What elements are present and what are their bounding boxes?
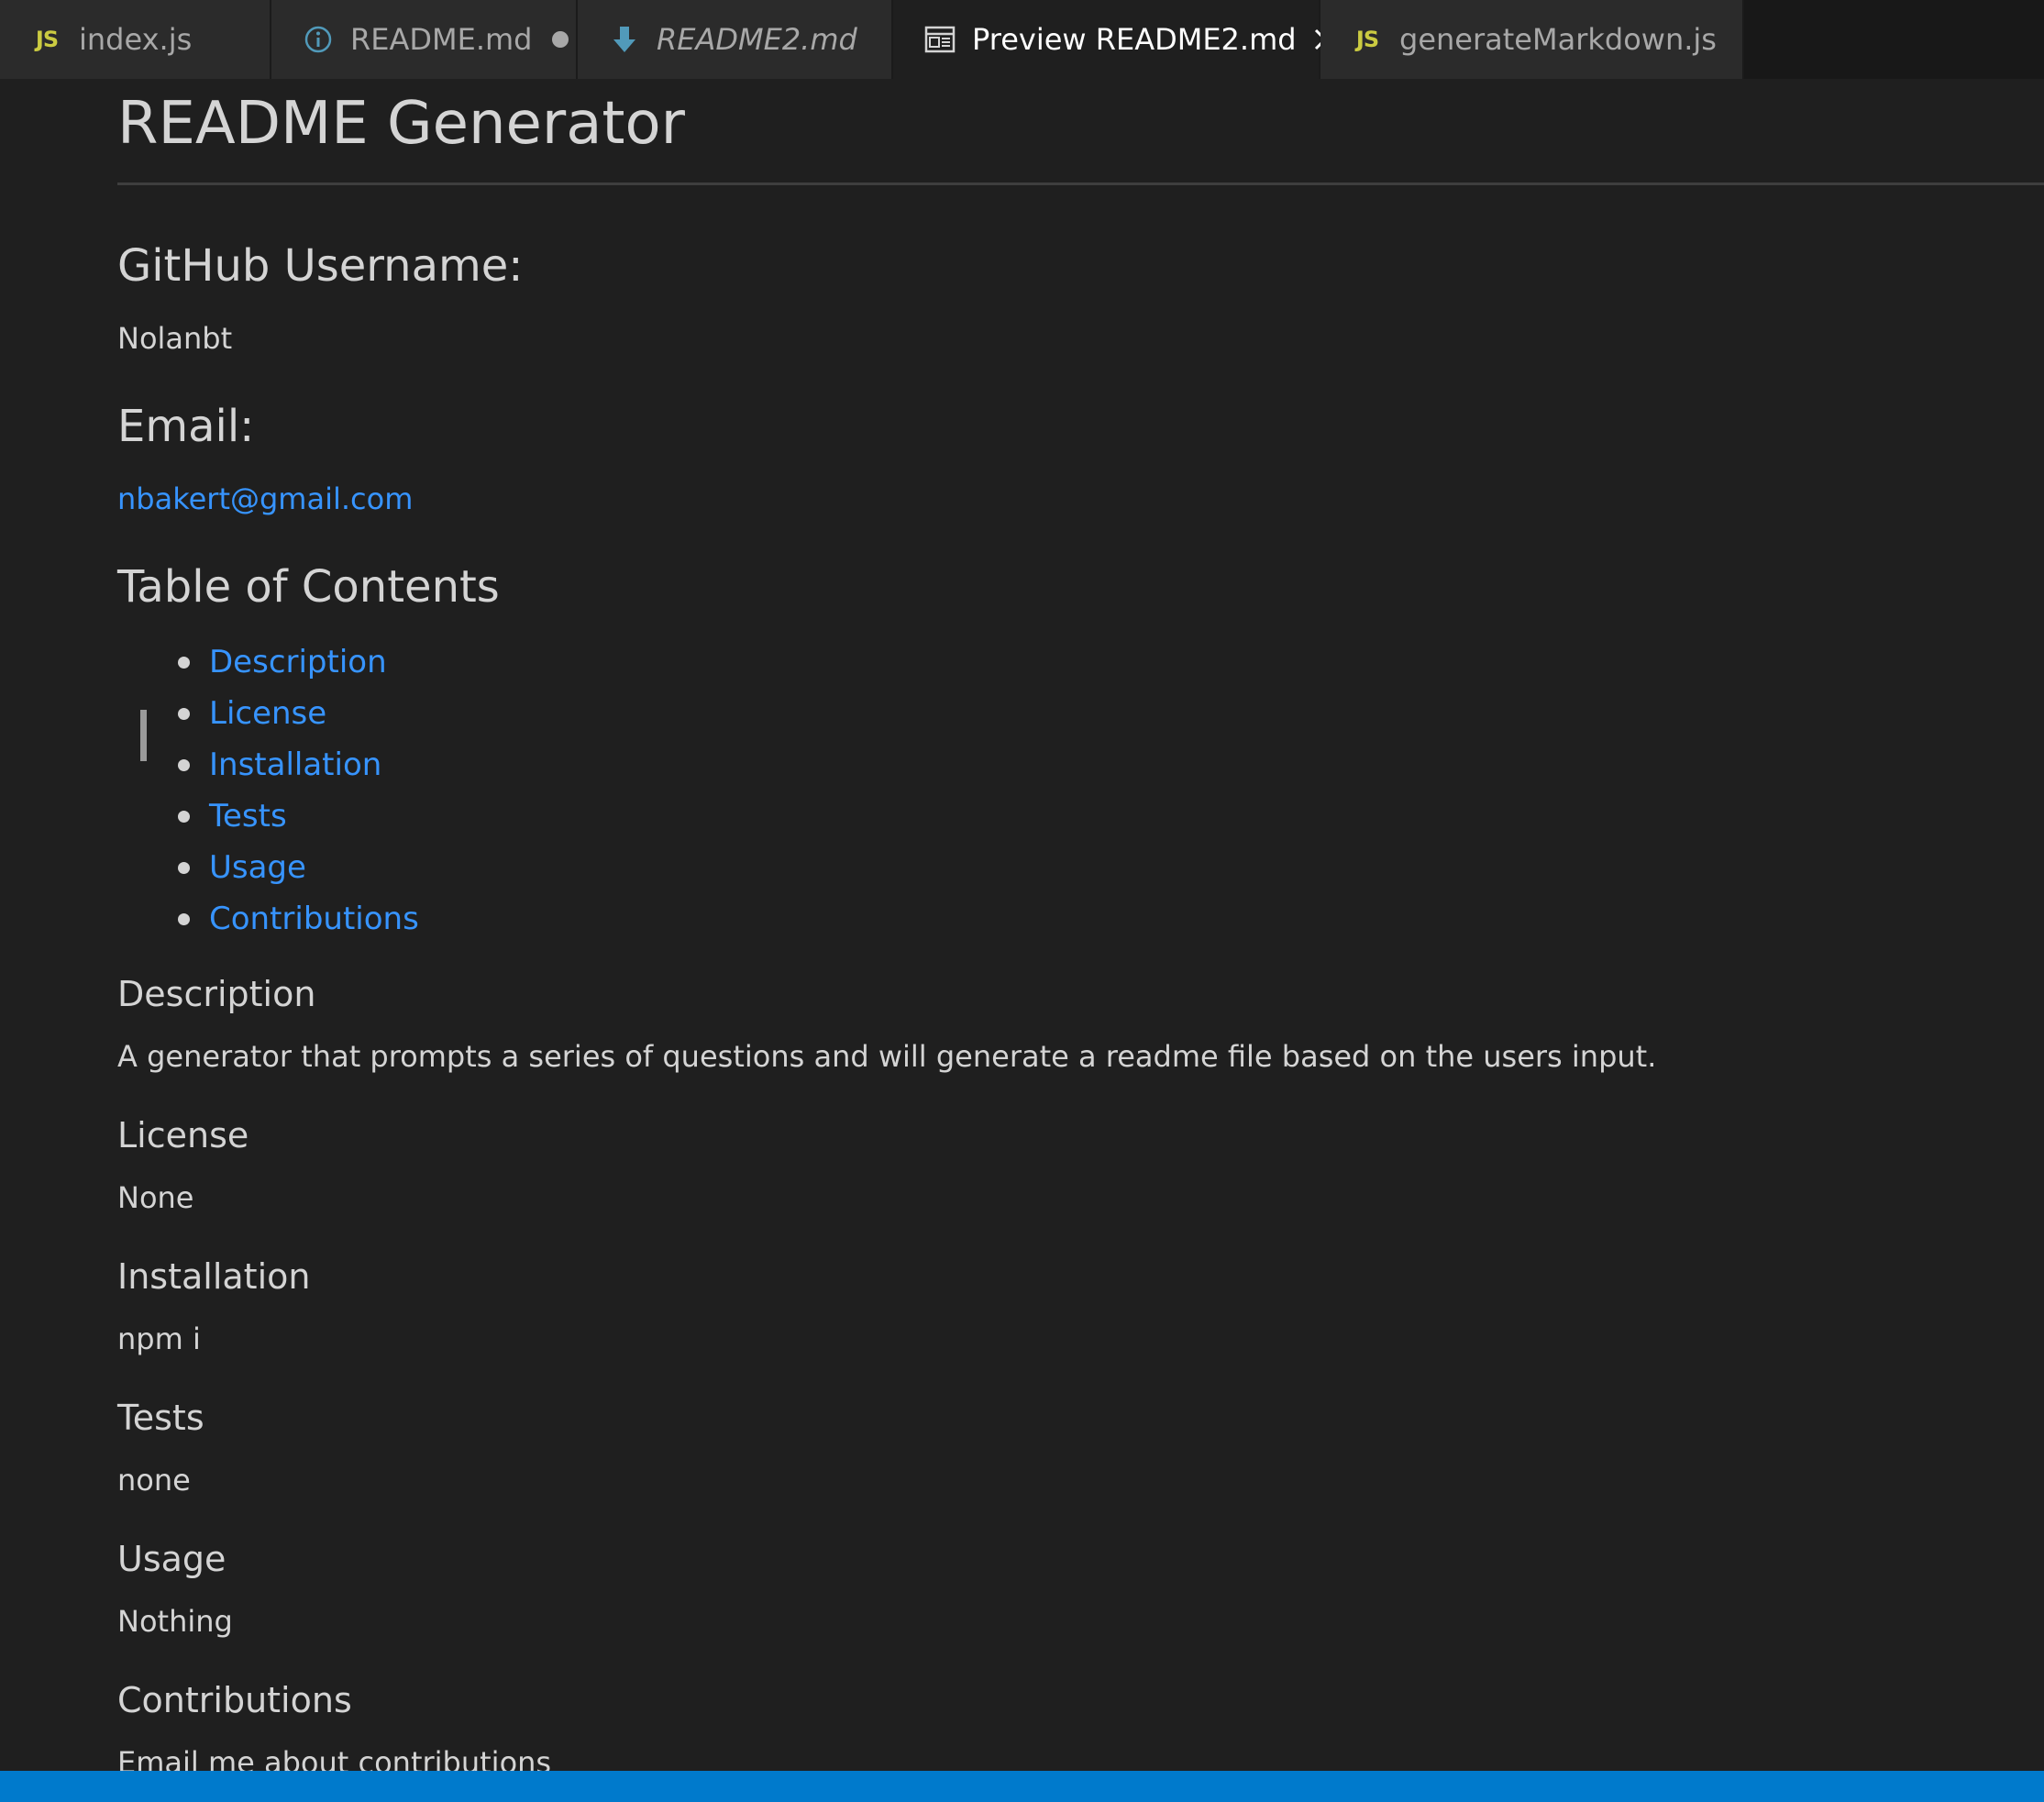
section-body-usage: Nothing xyxy=(117,1604,233,1639)
section-heading-license: License xyxy=(117,1115,249,1155)
bullet xyxy=(178,862,190,874)
tab-readme-md[interactable]: README.md xyxy=(271,0,578,79)
tab-label: Preview README2.md xyxy=(972,22,1297,57)
email-paragraph: nbakert@gmail.com xyxy=(117,481,413,516)
toc-heading: Table of Contents xyxy=(117,561,500,613)
scroll-sync-marker xyxy=(140,710,147,761)
table-of-contents: Description License Installation Tests U… xyxy=(178,636,419,945)
toc-item-description: Description xyxy=(178,636,419,688)
title-divider xyxy=(117,182,2044,185)
preview-icon xyxy=(924,24,956,55)
bullet xyxy=(178,811,190,823)
section-heading-installation: Installation xyxy=(117,1256,311,1297)
toc-item-usage: Usage xyxy=(178,842,419,893)
email-heading: Email: xyxy=(117,401,255,452)
bullet xyxy=(178,759,190,771)
bullet xyxy=(178,913,190,925)
markdown-download-icon xyxy=(609,24,640,55)
email-link[interactable]: nbakert@gmail.com xyxy=(117,481,413,516)
js-icon: JS xyxy=(35,27,59,52)
tab-label: index.js xyxy=(79,22,193,57)
toc-item-installation: Installation xyxy=(178,739,419,790)
toc-link-description[interactable]: Description xyxy=(209,644,387,680)
toc-link-license[interactable]: License xyxy=(209,695,326,732)
toc-link-usage[interactable]: Usage xyxy=(209,849,306,886)
github-heading: GitHub Username: xyxy=(117,240,524,292)
bullet xyxy=(178,708,190,720)
toc-item-contributions: Contributions xyxy=(178,893,419,945)
section-heading-tests: Tests xyxy=(117,1398,204,1438)
section-heading-description: Description xyxy=(117,974,316,1014)
toc-item-license: License xyxy=(178,688,419,739)
bullet xyxy=(178,657,190,669)
section-body-license: None xyxy=(117,1180,194,1215)
section-body-description: A generator that prompts a series of que… xyxy=(117,1039,1657,1074)
document-title: README Generator xyxy=(117,90,685,158)
tab-label: README.md xyxy=(350,22,533,57)
vscode-window: JS index.js README.md README2.md Preview… xyxy=(0,0,2044,1802)
section-heading-usage: Usage xyxy=(117,1539,226,1579)
toc-link-contributions[interactable]: Contributions xyxy=(209,901,419,937)
tab-readme2-md[interactable]: README2.md xyxy=(578,0,893,79)
section-body-contributions: Email me about contributions xyxy=(117,1745,552,1771)
tab-preview-readme2-md[interactable]: Preview README2.md xyxy=(893,0,1335,79)
tab-label: generateMarkdown.js xyxy=(1399,22,1717,57)
section-body-installation: npm i xyxy=(117,1321,201,1356)
toc-item-tests: Tests xyxy=(178,790,419,842)
section-heading-contributions: Contributions xyxy=(117,1680,352,1720)
tab-generatemarkdown-js[interactable]: JS generateMarkdown.js xyxy=(1320,0,1744,79)
markdown-preview[interactable]: README Generator GitHub Username: Nolanb… xyxy=(0,79,2044,1771)
unsaved-dot-icon[interactable] xyxy=(552,31,569,48)
tab-label: README2.md xyxy=(657,22,857,57)
js-icon: JS xyxy=(1355,27,1379,52)
tab-index-js[interactable]: JS index.js xyxy=(0,0,271,79)
toc-link-installation[interactable]: Installation xyxy=(209,746,381,783)
toc-link-tests[interactable]: Tests xyxy=(209,798,287,835)
status-bar xyxy=(0,1771,2044,1802)
section-body-tests: none xyxy=(117,1463,191,1498)
info-icon xyxy=(303,24,334,55)
github-username: Nolanbt xyxy=(117,321,233,356)
editor-tab-bar: JS index.js README.md README2.md Preview… xyxy=(0,0,2044,79)
